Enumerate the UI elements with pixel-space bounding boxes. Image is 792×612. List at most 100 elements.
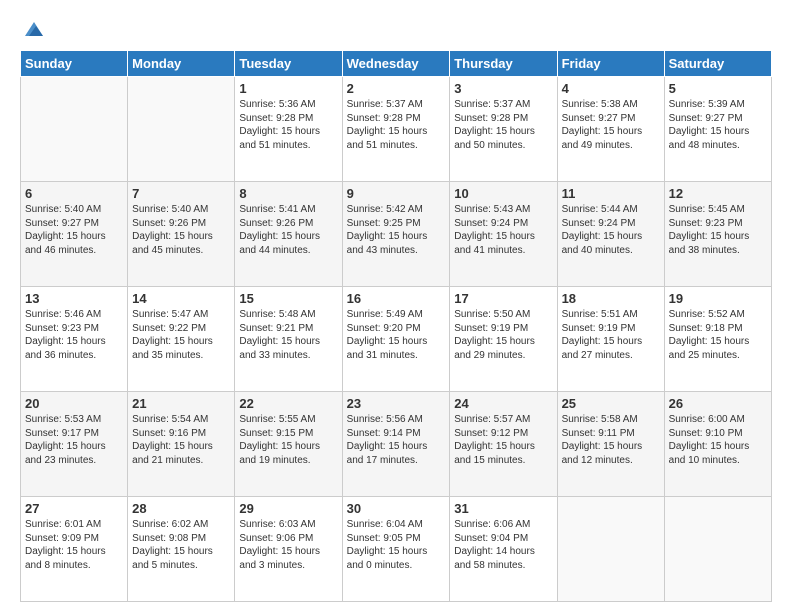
calendar-cell: 5 Sunrise: 5:39 AM Sunset: 9:27 PM Daylig… (664, 77, 771, 182)
calendar-table: SundayMondayTuesdayWednesdayThursdayFrid… (20, 50, 772, 602)
calendar-cell: 23 Sunrise: 5:56 AM Sunset: 9:14 PM Dayli… (342, 392, 450, 497)
day-number: 10 (454, 186, 552, 201)
calendar-cell: 3 Sunrise: 5:37 AM Sunset: 9:28 PM Daylig… (450, 77, 557, 182)
day-number: 22 (239, 396, 337, 411)
cell-detail: Sunrise: 6:06 AM Sunset: 9:04 PM Dayligh… (454, 518, 552, 572)
cell-detail: Sunrise: 5:44 AM Sunset: 9:24 PM Dayligh… (562, 203, 660, 257)
calendar-cell: 24 Sunrise: 5:57 AM Sunset: 9:12 PM Dayli… (450, 392, 557, 497)
calendar-cell: 18Sunrise: 5:51 AM Sunset: 9:19 PM Dayli… (557, 287, 664, 392)
calendar-cell: 17 Sunrise: 5:50 AM Sunset: 9:19 PM Dayli… (450, 287, 557, 392)
header-day: Monday (128, 51, 235, 77)
day-number: 26 (669, 396, 767, 411)
cell-detail: Sunrise: 6:01 AM Sunset: 9:09 PM Dayligh… (25, 518, 123, 572)
calendar-week-row: 6 Sunrise: 5:40 AM Sunset: 9:27 PM Daylig… (21, 182, 772, 287)
cell-detail: Sunrise: 5:52 AM Sunset: 9:18 PM Dayligh… (669, 308, 767, 362)
day-number: 21 (132, 396, 230, 411)
calendar-cell: 11 Sunrise: 5:44 AM Sunset: 9:24 PM Dayli… (557, 182, 664, 287)
header-day: Sunday (21, 51, 128, 77)
day-number: 7 (132, 186, 230, 201)
header-day: Thursday (450, 51, 557, 77)
cell-detail: Sunrise: 5:47 AM Sunset: 9:22 PM Dayligh… (132, 308, 230, 362)
calendar-cell: 14 Sunrise: 5:47 AM Sunset: 9:22 PM Dayli… (128, 287, 235, 392)
cell-detail: Sunrise: 5:42 AM Sunset: 9:25 PM Dayligh… (347, 203, 446, 257)
calendar-cell (557, 497, 664, 602)
cell-detail: Sunrise: 5:48 AM Sunset: 9:21 PM Dayligh… (239, 308, 337, 362)
cell-detail: Sunrise: 5:57 AM Sunset: 9:12 PM Dayligh… (454, 413, 552, 467)
cell-detail: Sunrise: 5:40 AM Sunset: 9:26 PM Dayligh… (132, 203, 230, 257)
day-number: 23 (347, 396, 446, 411)
calendar-cell: 2 Sunrise: 5:37 AM Sunset: 9:28 PM Daylig… (342, 77, 450, 182)
cell-detail: Sunrise: 5:43 AM Sunset: 9:24 PM Dayligh… (454, 203, 552, 257)
calendar-cell: 15 Sunrise: 5:48 AM Sunset: 9:21 PM Dayli… (235, 287, 342, 392)
day-number: 1 (239, 81, 337, 96)
day-number: 8 (239, 186, 337, 201)
cell-detail: Sunrise: 6:02 AM Sunset: 9:08 PM Dayligh… (132, 518, 230, 572)
header-day: Saturday (664, 51, 771, 77)
calendar-cell: 9 Sunrise: 5:42 AM Sunset: 9:25 PM Daylig… (342, 182, 450, 287)
day-number: 25 (562, 396, 660, 411)
calendar-cell: 21 Sunrise: 5:54 AM Sunset: 9:16 PM Dayli… (128, 392, 235, 497)
logo (20, 18, 45, 40)
cell-detail: Sunrise: 5:37 AM Sunset: 9:28 PM Dayligh… (347, 98, 446, 152)
cell-detail: Sunrise: 5:49 AM Sunset: 9:20 PM Dayligh… (347, 308, 446, 362)
cell-detail: Sunrise: 6:00 AM Sunset: 9:10 PM Dayligh… (669, 413, 767, 467)
calendar-week-row: 13Sunrise: 5:46 AM Sunset: 9:23 PM Dayli… (21, 287, 772, 392)
day-number: 9 (347, 186, 446, 201)
cell-detail: Sunrise: 5:53 AM Sunset: 9:17 PM Dayligh… (25, 413, 123, 467)
day-number: 3 (454, 81, 552, 96)
cell-detail: Sunrise: 6:04 AM Sunset: 9:05 PM Dayligh… (347, 518, 446, 572)
day-number: 16 (347, 291, 446, 306)
calendar-cell: 30 Sunrise: 6:04 AM Sunset: 9:05 PM Dayli… (342, 497, 450, 602)
calendar-cell: 6 Sunrise: 5:40 AM Sunset: 9:27 PM Daylig… (21, 182, 128, 287)
cell-detail: Sunrise: 5:41 AM Sunset: 9:26 PM Dayligh… (239, 203, 337, 257)
calendar-cell: 20Sunrise: 5:53 AM Sunset: 9:17 PM Dayli… (21, 392, 128, 497)
day-number: 17 (454, 291, 552, 306)
cell-detail: Sunrise: 5:45 AM Sunset: 9:23 PM Dayligh… (669, 203, 767, 257)
calendar-week-row: 27 Sunrise: 6:01 AM Sunset: 9:09 PM Dayli… (21, 497, 772, 602)
cell-detail: Sunrise: 5:58 AM Sunset: 9:11 PM Dayligh… (562, 413, 660, 467)
cell-detail: Sunrise: 5:54 AM Sunset: 9:16 PM Dayligh… (132, 413, 230, 467)
calendar-cell: 19 Sunrise: 5:52 AM Sunset: 9:18 PM Dayli… (664, 287, 771, 392)
calendar-cell: 27 Sunrise: 6:01 AM Sunset: 9:09 PM Dayli… (21, 497, 128, 602)
day-number: 14 (132, 291, 230, 306)
day-number: 19 (669, 291, 767, 306)
day-number: 12 (669, 186, 767, 201)
header (20, 18, 772, 40)
cell-detail: Sunrise: 5:50 AM Sunset: 9:19 PM Dayligh… (454, 308, 552, 362)
calendar-cell: 26 Sunrise: 6:00 AM Sunset: 9:10 PM Dayli… (664, 392, 771, 497)
day-number: 6 (25, 186, 123, 201)
day-number: 2 (347, 81, 446, 96)
day-number: 11 (562, 186, 660, 201)
day-number: 13 (25, 291, 123, 306)
day-number: 29 (239, 501, 337, 516)
calendar-cell: 4Sunrise: 5:38 AM Sunset: 9:27 PM Daylig… (557, 77, 664, 182)
calendar-cell: 16 Sunrise: 5:49 AM Sunset: 9:20 PM Dayli… (342, 287, 450, 392)
cell-detail: Sunrise: 5:36 AM Sunset: 9:28 PM Dayligh… (239, 98, 337, 152)
cell-detail: Sunrise: 6:03 AM Sunset: 9:06 PM Dayligh… (239, 518, 337, 572)
day-number: 30 (347, 501, 446, 516)
cell-detail: Sunrise: 5:55 AM Sunset: 9:15 PM Dayligh… (239, 413, 337, 467)
calendar-cell: 13Sunrise: 5:46 AM Sunset: 9:23 PM Dayli… (21, 287, 128, 392)
calendar-cell (128, 77, 235, 182)
calendar-cell: 29 Sunrise: 6:03 AM Sunset: 9:06 PM Dayli… (235, 497, 342, 602)
day-number: 24 (454, 396, 552, 411)
cell-detail: Sunrise: 5:56 AM Sunset: 9:14 PM Dayligh… (347, 413, 446, 467)
header-day: Wednesday (342, 51, 450, 77)
calendar-cell (664, 497, 771, 602)
day-number: 27 (25, 501, 123, 516)
cell-detail: Sunrise: 5:40 AM Sunset: 9:27 PM Dayligh… (25, 203, 123, 257)
calendar-cell: 7 Sunrise: 5:40 AM Sunset: 9:26 PM Daylig… (128, 182, 235, 287)
day-number: 5 (669, 81, 767, 96)
cell-detail: Sunrise: 5:38 AM Sunset: 9:27 PM Dayligh… (562, 98, 660, 152)
calendar-cell: 8 Sunrise: 5:41 AM Sunset: 9:26 PM Daylig… (235, 182, 342, 287)
calendar-cell: 1 Sunrise: 5:36 AM Sunset: 9:28 PM Daylig… (235, 77, 342, 182)
day-number: 31 (454, 501, 552, 516)
calendar-cell: 22 Sunrise: 5:55 AM Sunset: 9:15 PM Dayli… (235, 392, 342, 497)
header-row: SundayMondayTuesdayWednesdayThursdayFrid… (21, 51, 772, 77)
page: SundayMondayTuesdayWednesdayThursdayFrid… (0, 0, 792, 612)
cell-detail: Sunrise: 5:39 AM Sunset: 9:27 PM Dayligh… (669, 98, 767, 152)
calendar-cell: 10 Sunrise: 5:43 AM Sunset: 9:24 PM Dayli… (450, 182, 557, 287)
logo-icon (23, 18, 45, 40)
day-number: 15 (239, 291, 337, 306)
cell-detail: Sunrise: 5:37 AM Sunset: 9:28 PM Dayligh… (454, 98, 552, 152)
